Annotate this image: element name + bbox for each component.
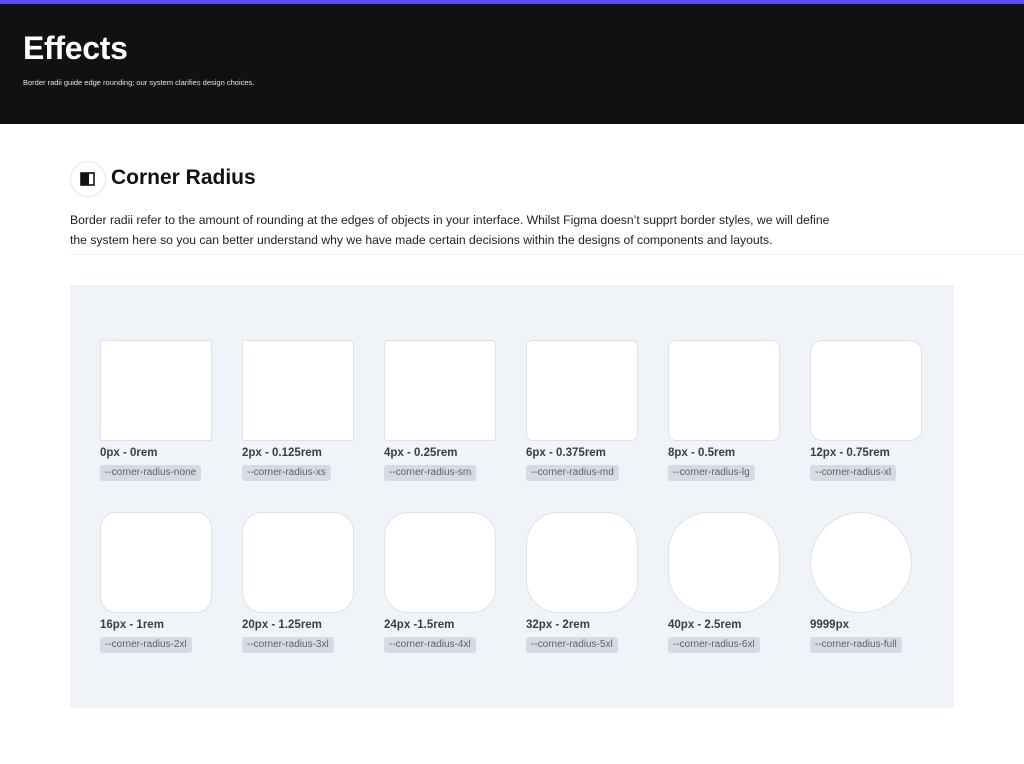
radius-value-label: 2px - 0.125rem bbox=[242, 447, 322, 459]
radius-swatch: 32px - 2rem --corner-radius-5xl bbox=[526, 512, 638, 653]
radius-token-badge: --corner-radius-full bbox=[810, 637, 902, 653]
radius-value-label: 0px - 0rem bbox=[100, 447, 158, 459]
radius-swatch: 2px - 0.125rem --corner-radius-xs bbox=[242, 340, 354, 481]
radius-preview-box bbox=[526, 340, 638, 441]
radius-token-badge: --corner-radius-md bbox=[526, 465, 619, 481]
radius-token-badge: --corner-radius-xl bbox=[810, 465, 897, 481]
radius-swatch: 0px - 0rem --corner-radius-none bbox=[100, 340, 212, 481]
radius-token-badge: --corner-radius-sm bbox=[384, 465, 477, 481]
radius-preview-box bbox=[100, 340, 212, 441]
radius-token-badge: --corner-radius-2xl bbox=[100, 637, 192, 653]
hero-header: Effects Border radii guide edge rounding… bbox=[0, 4, 1024, 124]
radius-preview-box bbox=[668, 512, 780, 613]
radius-token-badge: --corner-radius-4xl bbox=[384, 637, 476, 653]
radius-showcase-panel: 0px - 0rem --corner-radius-none 2px - 0.… bbox=[70, 285, 954, 708]
radius-token-badge: --corner-radius-xs bbox=[242, 465, 331, 481]
radius-preview-box bbox=[810, 512, 912, 613]
radius-swatch: 40px - 2.5rem --corner-radius-6xl bbox=[668, 512, 780, 653]
radius-token-badge: --corner-radius-none bbox=[100, 465, 202, 481]
radius-value-label: 12px - 0.75rem bbox=[810, 447, 890, 459]
divider bbox=[70, 254, 1024, 255]
radius-preview-box bbox=[668, 340, 780, 441]
page-title: Effects bbox=[23, 30, 128, 66]
corner-radius-icon bbox=[70, 161, 106, 197]
radius-token-badge: --corner-radius-lg bbox=[668, 465, 755, 481]
radius-swatch: 24px -1.5rem --corner-radius-4xl bbox=[384, 512, 496, 653]
radius-swatch: 8px - 0.5rem --corner-radius-lg bbox=[668, 340, 780, 481]
radius-swatch: 9999px --corner-radius-full bbox=[810, 512, 922, 653]
radius-value-label: 24px -1.5rem bbox=[384, 619, 455, 631]
radius-preview-box bbox=[242, 340, 354, 441]
radius-preview-box bbox=[100, 512, 212, 613]
radius-preview-box bbox=[810, 340, 922, 441]
radius-swatch: 20px - 1.25rem --corner-radius-3xl bbox=[242, 512, 354, 653]
radius-value-label: 32px - 2rem bbox=[526, 619, 590, 631]
radius-preview-box bbox=[526, 512, 638, 613]
radius-value-label: 6px - 0.375rem bbox=[526, 447, 606, 459]
radius-preview-box bbox=[242, 512, 354, 613]
radius-value-label: 8px - 0.5rem bbox=[668, 447, 736, 459]
radius-swatch: 12px - 0.75rem --corner-radius-xl bbox=[810, 340, 922, 481]
radius-value-label: 20px - 1.25rem bbox=[242, 619, 322, 631]
radius-preview-box bbox=[384, 512, 496, 613]
radius-value-label: 40px - 2.5rem bbox=[668, 619, 742, 631]
radius-value-label: 4px - 0.25rem bbox=[384, 447, 458, 459]
page-subtitle: Border radii guide edge rounding; our sy… bbox=[23, 78, 255, 87]
radius-swatch: 4px - 0.25rem --corner-radius-sm bbox=[384, 340, 496, 481]
radius-preview-box bbox=[384, 340, 496, 441]
radius-swatch: 16px - 1rem --corner-radius-2xl bbox=[100, 512, 212, 653]
section-description: Border radii refer to the amount of roun… bbox=[70, 213, 830, 247]
radius-token-badge: --corner-radius-6xl bbox=[668, 637, 760, 653]
radius-token-badge: --corner-radius-3xl bbox=[242, 637, 334, 653]
radius-value-label: 16px - 1rem bbox=[100, 619, 164, 631]
radius-swatch: 6px - 0.375rem --corner-radius-md bbox=[526, 340, 638, 481]
radius-token-badge: --corner-radius-5xl bbox=[526, 637, 618, 653]
radius-value-label: 9999px bbox=[810, 619, 850, 631]
section-title: Corner Radius bbox=[111, 166, 256, 189]
